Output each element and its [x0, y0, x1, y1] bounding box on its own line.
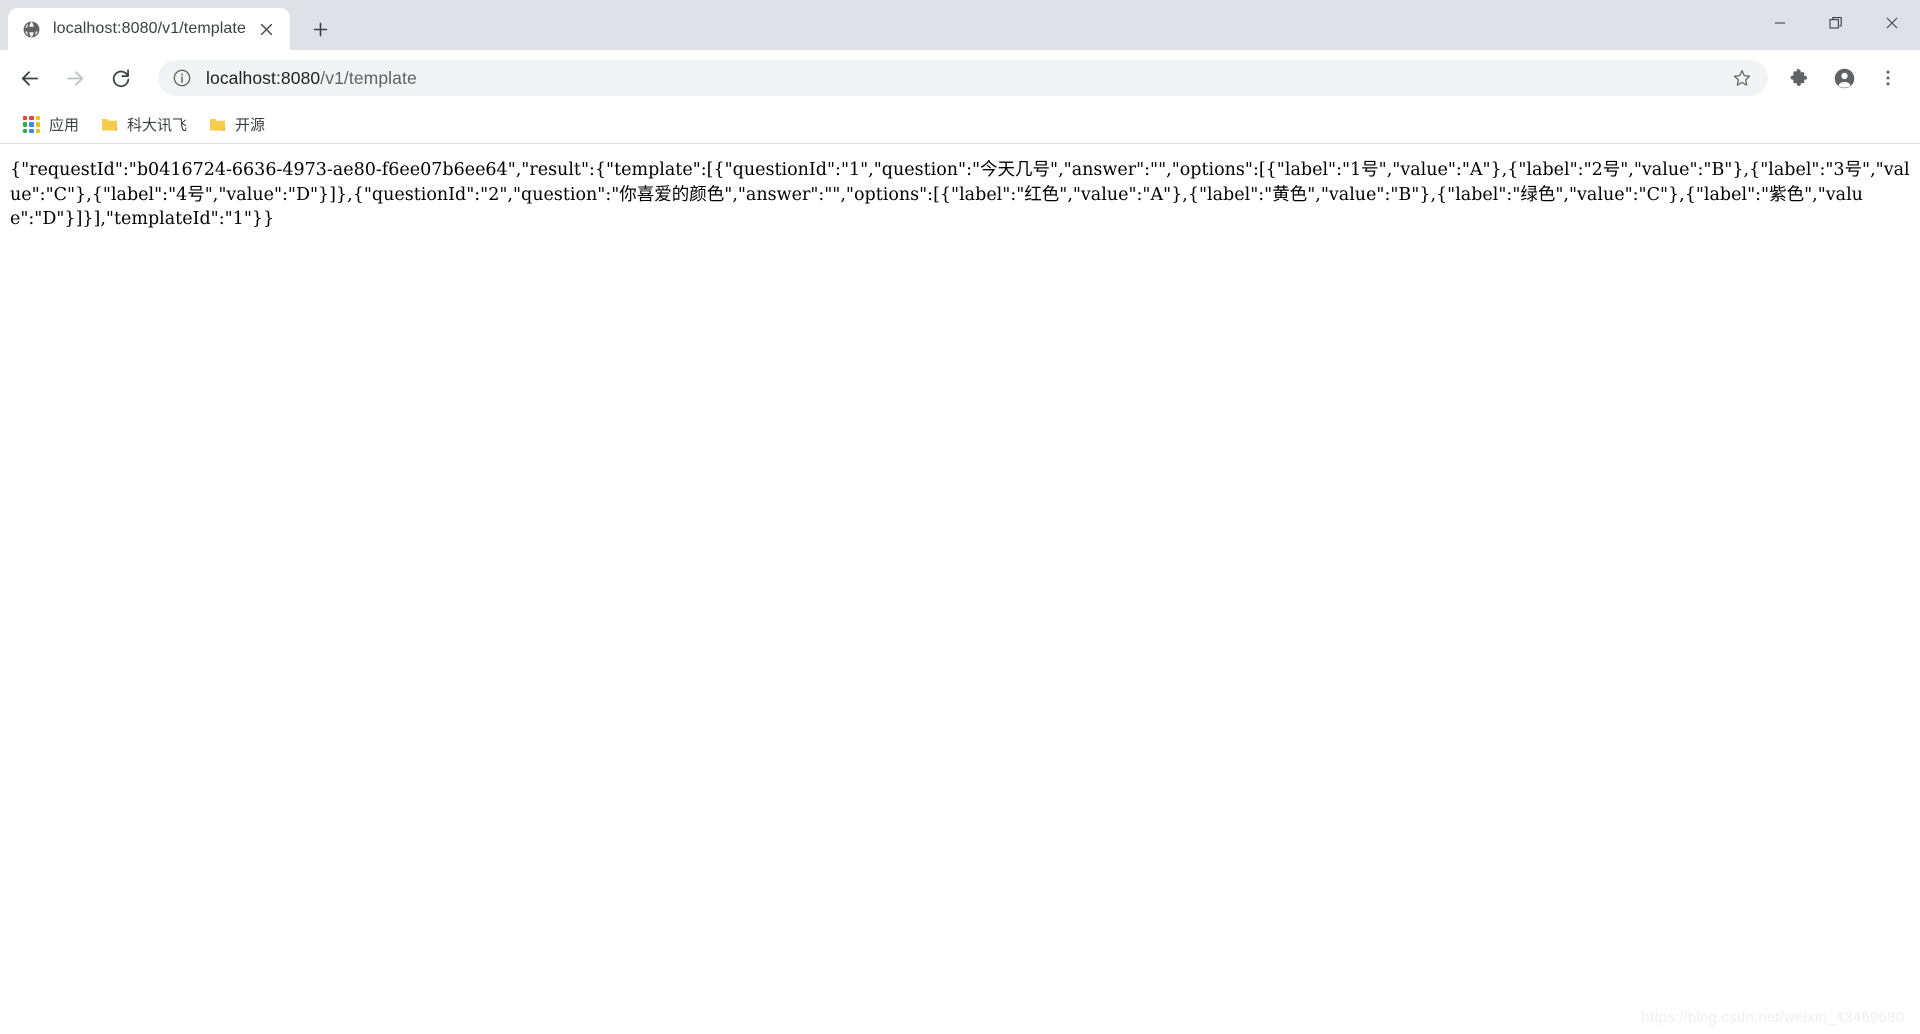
json-response-body: {"requestId":"b0416724-6636-4973-ae80-f6…	[10, 160, 1910, 229]
folder-icon	[101, 116, 118, 133]
apps-grid-icon	[23, 116, 40, 133]
chrome-menu-button[interactable]	[1867, 57, 1909, 99]
address-bar[interactable]: localhost:8080/v1/template	[158, 60, 1768, 96]
extensions-button[interactable]	[1779, 57, 1821, 99]
profile-button[interactable]	[1823, 57, 1865, 99]
new-tab-button[interactable]	[304, 12, 338, 46]
bookmark-star-icon[interactable]	[1726, 62, 1758, 94]
url-host: localhost:8080	[206, 67, 321, 88]
url-path: /v1/template	[320, 67, 417, 88]
close-icon[interactable]	[256, 18, 278, 40]
minimize-button[interactable]	[1752, 0, 1808, 46]
reload-button[interactable]	[100, 57, 142, 99]
bookmark-label: 科大讯飞	[127, 117, 188, 134]
url-text: localhost:8080/v1/template	[206, 68, 1726, 89]
close-button[interactable]	[1864, 0, 1920, 46]
plus-icon	[314, 22, 328, 36]
forward-button[interactable]	[54, 57, 96, 99]
restore-icon	[1829, 17, 1842, 29]
arrow-right-icon	[66, 70, 83, 86]
info-circle-icon[interactable]	[172, 68, 192, 88]
reload-icon	[112, 69, 130, 88]
globe-icon	[22, 20, 41, 39]
browser-toolbar: localhost:8080/v1/template	[0, 50, 1920, 106]
minimize-icon	[1775, 22, 1785, 24]
bookmark-item-apps[interactable]: 应用	[14, 111, 88, 139]
browser-window: localhost:8080/v1/template localhost:808…	[0, 0, 1920, 1034]
tab-title: localhost:8080/v1/template	[53, 20, 246, 37]
bookmarks-bar: 应用 科大讯飞 开源	[0, 106, 1920, 144]
bookmark-label: 开源	[235, 117, 266, 134]
maximize-button[interactable]	[1808, 0, 1864, 46]
profile-avatar-icon	[1834, 68, 1854, 88]
kebab-menu-icon	[1886, 70, 1890, 86]
bookmark-item-kedaxunfei[interactable]: 科大讯飞	[92, 111, 196, 139]
window-controls	[1752, 0, 1920, 46]
page-content: {"requestId":"b0416724-6636-4973-ae80-f6…	[0, 144, 1920, 1034]
arrow-left-icon	[21, 70, 38, 86]
folder-icon	[209, 116, 226, 133]
puzzle-piece-icon	[1790, 68, 1808, 87]
back-button[interactable]	[8, 57, 50, 99]
tab-strip: localhost:8080/v1/template	[0, 0, 1920, 50]
bookmark-label: 应用	[49, 117, 80, 134]
bookmark-item-kaiyuan[interactable]: 开源	[200, 111, 274, 139]
close-icon	[1886, 17, 1898, 29]
browser-tab[interactable]: localhost:8080/v1/template	[8, 8, 290, 50]
watermark-text: https://blog.csdn.net/weixin_43469680	[1641, 1009, 1904, 1026]
